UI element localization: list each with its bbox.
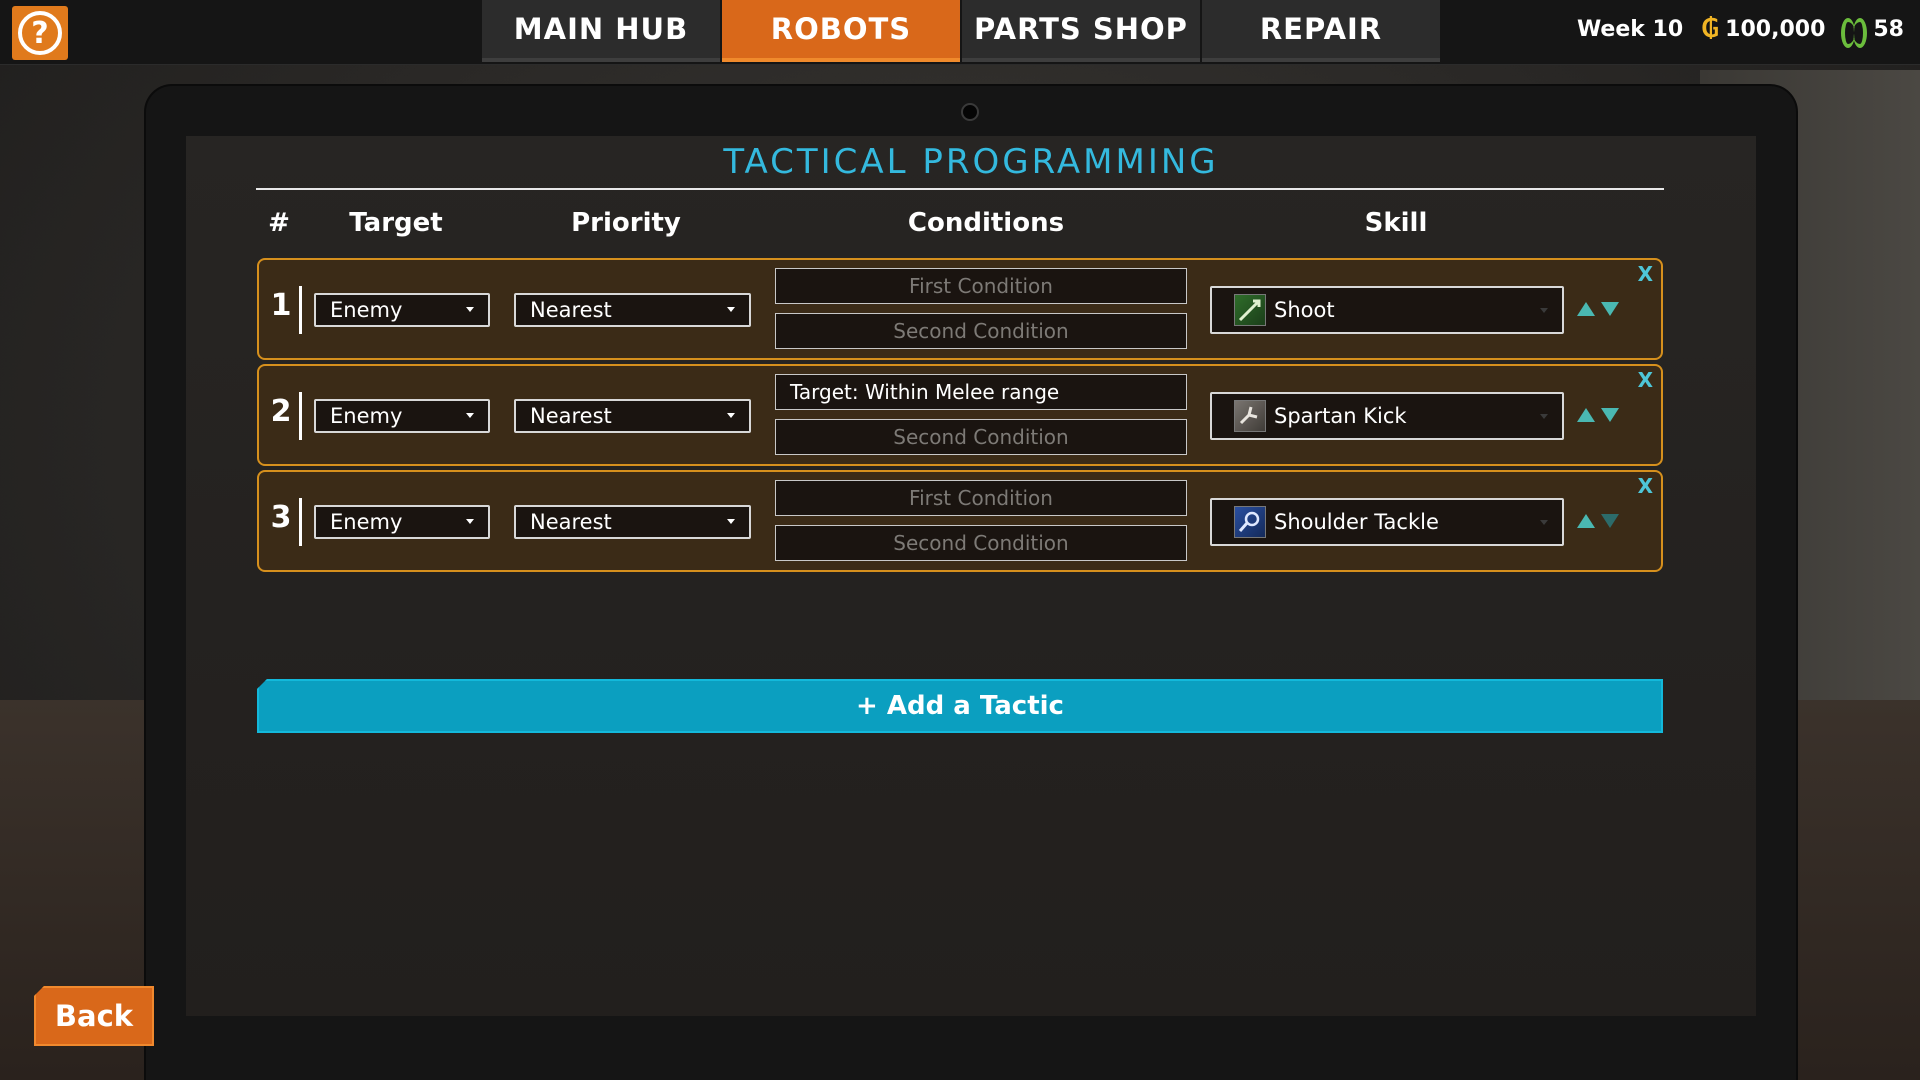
row-divider bbox=[299, 392, 302, 440]
shoot-icon bbox=[1234, 294, 1266, 326]
move-up-icon[interactable] bbox=[1577, 514, 1595, 528]
week-label: Week 10 bbox=[1576, 16, 1684, 42]
money-value: 100,000 bbox=[1725, 16, 1826, 42]
priority-value: Nearest bbox=[530, 404, 612, 428]
remove-tactic-button[interactable]: X bbox=[1638, 368, 1653, 392]
main-nav: MAIN HUB ROBOTS PARTS SHOP REPAIR bbox=[482, 0, 1442, 62]
priority-value: Nearest bbox=[530, 298, 612, 322]
column-header-skill: Skill bbox=[1364, 208, 1428, 238]
second-condition-field[interactable]: Second Condition bbox=[775, 419, 1187, 455]
second-condition-field[interactable]: Second Condition bbox=[775, 525, 1187, 561]
column-header-number: # bbox=[268, 208, 290, 238]
row-number: 2 bbox=[270, 394, 292, 429]
target-value: Enemy bbox=[330, 510, 403, 534]
target-value: Enemy bbox=[330, 298, 403, 322]
row-number: 1 bbox=[270, 288, 292, 323]
move-down-icon bbox=[1601, 514, 1619, 528]
tactic-row: 1 Enemy Nearest First Condition Second C… bbox=[257, 258, 1663, 360]
skill-dropdown[interactable]: Shoot bbox=[1210, 286, 1564, 334]
tab-repair[interactable]: REPAIR bbox=[1202, 0, 1440, 62]
tab-robots[interactable]: ROBOTS bbox=[722, 0, 960, 62]
priority-dropdown[interactable]: Nearest bbox=[514, 399, 751, 433]
coin-icon: ₲ bbox=[1701, 14, 1720, 44]
caret-down-icon bbox=[466, 307, 474, 312]
remove-tactic-button[interactable]: X bbox=[1638, 474, 1653, 498]
help-button[interactable]: ? bbox=[12, 6, 68, 60]
priority-value: Nearest bbox=[530, 510, 612, 534]
target-dropdown[interactable]: Enemy bbox=[314, 399, 490, 433]
monitor-frame: TACTICAL PROGRAMMING # Target Priority C… bbox=[146, 86, 1796, 1080]
move-down-icon[interactable] bbox=[1601, 302, 1619, 316]
tactic-row: 2 Enemy Nearest Target: Within Melee ran… bbox=[257, 364, 1663, 466]
caret-down-icon bbox=[466, 519, 474, 524]
caret-down-icon bbox=[727, 307, 735, 312]
tab-main-hub[interactable]: MAIN HUB bbox=[482, 0, 720, 62]
skill-dropdown[interactable]: Spartan Kick bbox=[1210, 392, 1564, 440]
caret-down-icon bbox=[466, 413, 474, 418]
tactic-row: 3 Enemy Nearest First Condition Second C… bbox=[257, 470, 1663, 572]
top-bar: ? MAIN HUB ROBOTS PARTS SHOP REPAIR Week… bbox=[0, 0, 1920, 65]
webcam bbox=[961, 103, 979, 121]
target-dropdown[interactable]: Enemy bbox=[314, 505, 490, 539]
caret-down-icon bbox=[1540, 414, 1548, 419]
first-condition-field[interactable]: First Condition bbox=[775, 480, 1187, 516]
row-divider bbox=[299, 498, 302, 546]
skill-dropdown[interactable]: Shoulder Tackle bbox=[1210, 498, 1564, 546]
tactical-programming-screen: TACTICAL PROGRAMMING # Target Priority C… bbox=[186, 136, 1756, 1016]
column-header-priority: Priority bbox=[571, 208, 681, 238]
skill-value: Spartan Kick bbox=[1274, 404, 1407, 428]
row-number: 3 bbox=[270, 500, 292, 535]
title-divider bbox=[256, 188, 1664, 190]
fame-value: 58 bbox=[1873, 16, 1904, 42]
target-value: Enemy bbox=[330, 404, 403, 428]
row-divider bbox=[299, 286, 302, 334]
question-icon: ? bbox=[18, 11, 62, 55]
caret-down-icon bbox=[1540, 520, 1548, 525]
kick-icon bbox=[1234, 400, 1266, 432]
tab-parts-shop[interactable]: PARTS SHOP bbox=[962, 0, 1200, 62]
caret-down-icon bbox=[1540, 308, 1548, 313]
screen-title: TACTICAL PROGRAMMING bbox=[723, 142, 1219, 182]
caret-down-icon bbox=[727, 413, 735, 418]
priority-dropdown[interactable]: Nearest bbox=[514, 293, 751, 327]
remove-tactic-button[interactable]: X bbox=[1638, 262, 1653, 286]
move-up-icon[interactable] bbox=[1577, 408, 1595, 422]
target-dropdown[interactable]: Enemy bbox=[314, 293, 490, 327]
first-condition-field[interactable]: Target: Within Melee range bbox=[775, 374, 1187, 410]
priority-dropdown[interactable]: Nearest bbox=[514, 505, 751, 539]
tackle-icon bbox=[1234, 506, 1266, 538]
back-button[interactable]: Back bbox=[34, 986, 154, 1046]
move-down-icon[interactable] bbox=[1601, 408, 1619, 422]
laurel-icon bbox=[1841, 16, 1868, 48]
second-condition-field[interactable]: Second Condition bbox=[775, 313, 1187, 349]
add-tactic-button[interactable]: + Add a Tactic bbox=[257, 679, 1663, 733]
player-stats: Week 10 ₲ 100,000 58 bbox=[1576, 14, 1904, 48]
caret-down-icon bbox=[727, 519, 735, 524]
move-up-icon[interactable] bbox=[1577, 302, 1595, 316]
column-header-target: Target bbox=[349, 208, 443, 238]
skill-value: Shoulder Tackle bbox=[1274, 510, 1439, 534]
skill-value: Shoot bbox=[1274, 298, 1335, 322]
column-header-conditions: Conditions bbox=[907, 208, 1065, 238]
first-condition-field[interactable]: First Condition bbox=[775, 268, 1187, 304]
